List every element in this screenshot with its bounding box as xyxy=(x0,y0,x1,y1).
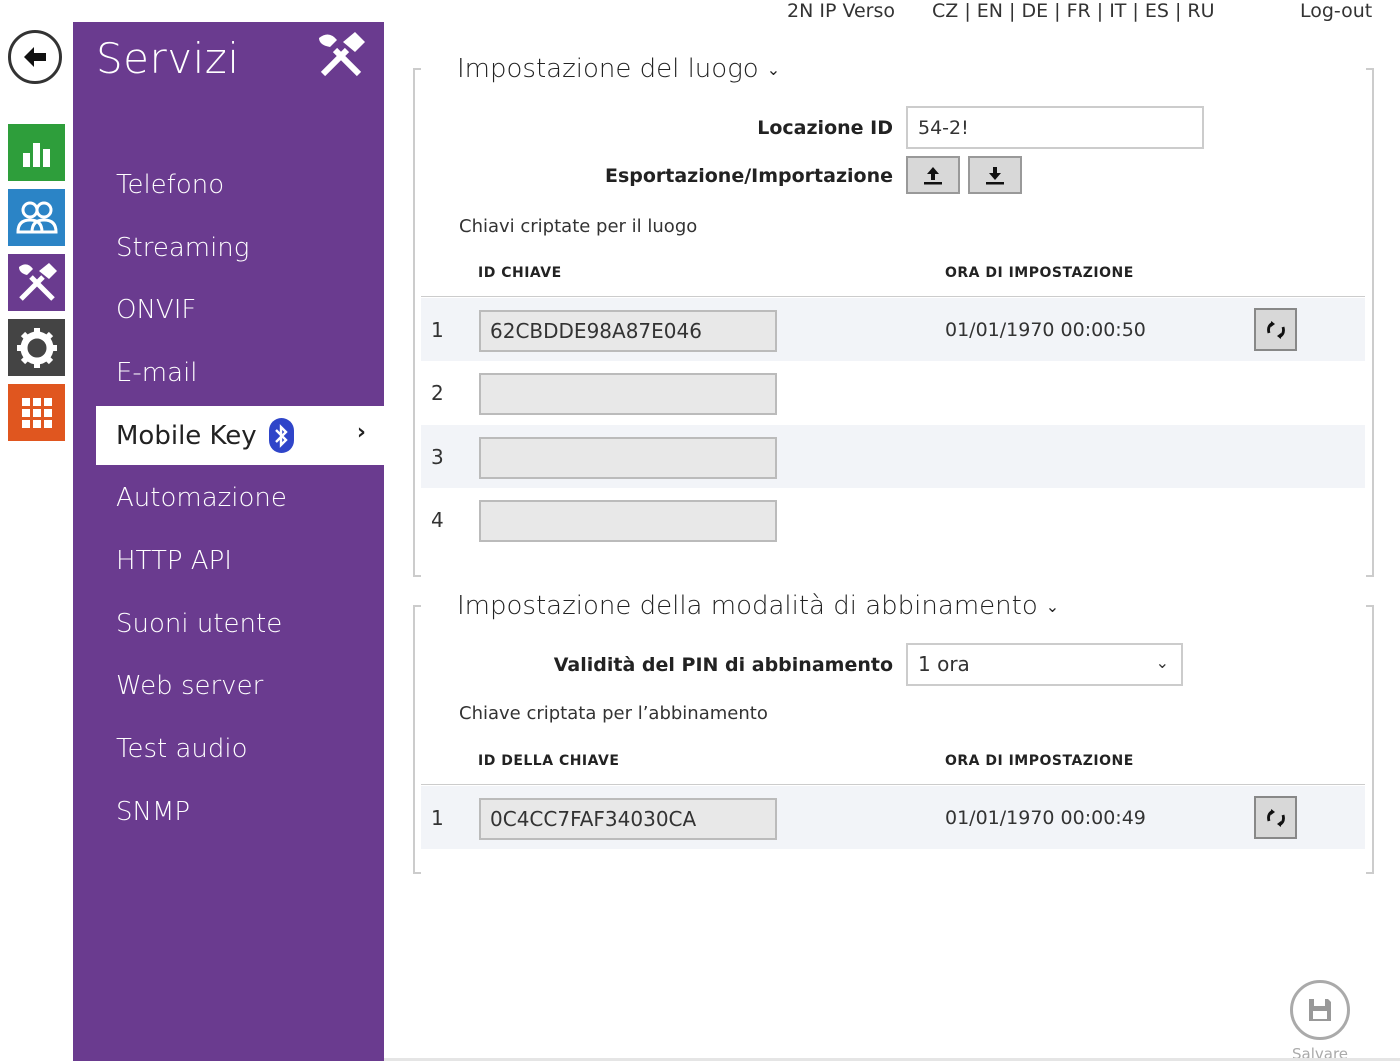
row-number: 1 xyxy=(431,318,444,342)
table-row: 2 xyxy=(421,361,1365,424)
export-button[interactable] xyxy=(906,156,960,194)
pairing-section-title: Impostazione della modalità di abbinamen… xyxy=(457,591,1038,621)
sidebar-item-telefono[interactable]: Telefono xyxy=(116,170,224,200)
services-tools-icon xyxy=(18,262,57,301)
pairing-key-label: Chiave criptata per l’abbinamento xyxy=(459,703,768,724)
location-id-input[interactable] xyxy=(906,106,1204,149)
key-id-field[interactable] xyxy=(479,310,777,352)
save-button[interactable] xyxy=(1290,980,1350,1040)
sidebar-item-suoni-utente[interactable]: Suoni utente xyxy=(116,609,282,639)
save-floppy-icon xyxy=(1309,999,1331,1021)
sidebar-item-streaming[interactable]: Streaming xyxy=(116,233,249,263)
chevron-down-icon: ⌄ xyxy=(766,60,781,79)
sidebar-item-test-audio[interactable]: Test audio xyxy=(116,734,248,764)
table-row: 1 01/01/1970 00:00:49 xyxy=(421,786,1365,849)
pin-validity-value: 1 ora xyxy=(918,652,970,676)
key-time: 01/01/1970 00:00:49 xyxy=(945,807,1146,829)
location-section-header[interactable]: Impostazione del luogo ⌄ xyxy=(457,54,780,84)
chevron-down-icon: ⌄ xyxy=(1045,597,1060,616)
tools-icon xyxy=(313,28,369,88)
sidebar-item-snmp[interactable]: SNMP xyxy=(116,797,190,827)
bluetooth-icon xyxy=(268,418,294,453)
status-chart-icon xyxy=(22,142,50,167)
hardware-tile[interactable] xyxy=(8,319,65,376)
key-time: 01/01/1970 00:00:50 xyxy=(945,319,1146,341)
back-arrow-icon xyxy=(24,47,46,67)
logout-link[interactable]: Log-out xyxy=(1300,0,1372,22)
refresh-icon xyxy=(1266,320,1285,339)
col-header-time: ORA DI IMPOSTAZIONE xyxy=(945,265,1134,281)
table-row: 1 01/01/1970 00:00:50 xyxy=(421,298,1365,361)
row-number: 1 xyxy=(431,806,444,830)
sidebar-item-onvif[interactable]: ONVIF xyxy=(116,295,196,325)
row-number: 3 xyxy=(431,445,444,469)
location-id-label: Locazione ID xyxy=(757,117,893,139)
pin-validity-label: Validità del PIN di abbinamento xyxy=(553,654,893,676)
regenerate-key-button[interactable] xyxy=(1254,308,1297,351)
key-id-field[interactable] xyxy=(479,373,777,415)
refresh-icon xyxy=(1266,808,1285,827)
language-switcher[interactable]: CZ | EN | DE | FR | IT | ES | RU xyxy=(932,0,1215,22)
section-frame-right xyxy=(1366,68,1374,577)
system-tile[interactable] xyxy=(8,384,65,441)
icon-rail xyxy=(0,0,73,1061)
directory-tile[interactable] xyxy=(8,189,65,246)
location-keys-label: Chiavi criptate per il luogo xyxy=(459,216,698,237)
services-sidebar: Servizi Telefono Streaming ONVIF E-mail … xyxy=(73,22,384,1061)
export-import-label: Esportazione/Importazione xyxy=(604,165,893,187)
back-button[interactable] xyxy=(8,30,62,84)
sidebar-item-web-server[interactable]: Web server xyxy=(116,671,263,701)
col-header-key-id: ID CHIAVE xyxy=(478,265,562,281)
col-header-time: ORA DI IMPOSTAZIONE xyxy=(945,753,1134,769)
table-row: 4 xyxy=(421,488,1365,551)
location-section-title: Impostazione del luogo xyxy=(457,54,759,84)
table-divider xyxy=(421,784,1365,785)
sidebar-item-email[interactable]: E-mail xyxy=(116,358,198,388)
regenerate-key-button[interactable] xyxy=(1254,796,1297,839)
upload-icon xyxy=(924,167,942,185)
directory-users-icon xyxy=(15,201,58,233)
sidebar-title: Servizi xyxy=(96,34,240,83)
download-icon xyxy=(986,167,1004,185)
pairing-section-header[interactable]: Impostazione della modalità di abbinamen… xyxy=(457,591,1059,621)
section-frame-left xyxy=(413,605,421,874)
row-number: 2 xyxy=(431,381,444,405)
sidebar-item-label: Mobile Key xyxy=(116,420,257,451)
device-name: 2N IP Verso xyxy=(787,0,895,22)
section-frame-right xyxy=(1366,605,1374,874)
system-grid-icon xyxy=(21,397,52,428)
key-id-field[interactable] xyxy=(479,500,777,542)
services-tile[interactable] xyxy=(8,254,65,311)
row-number: 4 xyxy=(431,508,444,532)
sidebar-item-mobile-key[interactable]: Mobile Key › xyxy=(96,406,384,465)
table-row: 3 xyxy=(421,425,1365,488)
hardware-gear-icon xyxy=(16,327,57,368)
col-header-key-id: ID DELLA CHIAVE xyxy=(478,753,620,769)
sidebar-item-automazione[interactable]: Automazione xyxy=(116,483,287,513)
import-button[interactable] xyxy=(968,156,1022,194)
pin-validity-select[interactable]: 1 ora ⌄ xyxy=(906,643,1183,686)
chevron-down-icon: ⌄ xyxy=(1155,653,1169,672)
sidebar-item-http-api[interactable]: HTTP API xyxy=(116,546,232,576)
status-tile[interactable] xyxy=(8,124,65,181)
section-frame-left xyxy=(413,68,421,577)
key-id-field[interactable] xyxy=(479,798,777,840)
key-id-field[interactable] xyxy=(479,437,777,479)
chevron-right-icon: › xyxy=(356,420,366,445)
table-divider xyxy=(421,296,1365,297)
